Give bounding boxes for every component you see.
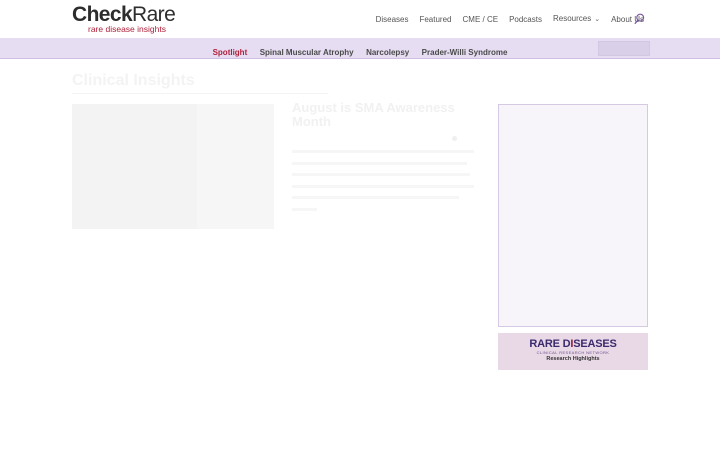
chevron-down-icon: ⌄ <box>594 16 601 23</box>
article-image[interactable] <box>72 104 274 229</box>
article-excerpt <box>292 150 474 220</box>
rare-diseases-crn-banner[interactable]: RARE DISEASES CLINICAL RESEARCH NETWORK … <box>498 333 648 370</box>
excerpt-line <box>292 150 474 153</box>
rdcrn-logo-part3: SEASES <box>573 338 617 350</box>
main-nav: Diseases Featured CME / CE Podcasts Reso… <box>365 13 644 26</box>
sidebar-ad-placeholder[interactable] <box>498 104 648 327</box>
nav-resources-label: Resources <box>552 14 592 23</box>
rdcrn-subtitle: CLINICAL RESEARCH NETWORK <box>536 350 610 355</box>
comment-icon <box>452 136 457 141</box>
subnav-spotlight[interactable]: Spotlight <box>213 47 248 59</box>
logo-word-check: Check <box>72 3 133 26</box>
research-highlights-label: Research Highlights <box>546 356 600 362</box>
article-image-panel <box>72 104 197 229</box>
excerpt-line <box>292 184 474 188</box>
section-title: Clinical Insights <box>72 72 195 89</box>
rdcrn-logo-part1: RARE D <box>529 338 571 350</box>
rdcrn-logo: RARE DISEASES <box>498 338 648 350</box>
excerpt-line <box>292 173 471 176</box>
search-icon[interactable] <box>634 13 645 25</box>
article-title[interactable]: August is SMA Awareness Month <box>292 101 472 129</box>
site-header: CheckRare rare disease insights Diseases… <box>0 0 720 38</box>
nav-diseases[interactable]: Diseases <box>376 14 409 26</box>
nav-podcasts[interactable]: Podcasts <box>509 14 542 26</box>
nav-featured[interactable]: Featured <box>419 14 451 26</box>
nav-cme-ce[interactable]: CME / CE <box>463 14 499 26</box>
excerpt-line <box>292 196 460 199</box>
subnav-button[interactable] <box>598 41 650 56</box>
excerpt-line <box>292 207 318 211</box>
checkrare-logo[interactable]: CheckRare rare disease insights <box>72 3 182 35</box>
spotlight-subnav: Spotlight Spinal Muscular Atrophy Narcol… <box>0 38 720 59</box>
subnav-spinal-muscular-atrophy[interactable]: Spinal Muscular Atrophy <box>260 47 354 59</box>
logo-tagline: rare disease insights <box>88 24 166 34</box>
section-divider <box>72 93 328 94</box>
logo-wordmark: CheckRare <box>72 3 176 26</box>
subnav-narcolepsy[interactable]: Narcolepsy <box>366 47 409 59</box>
excerpt-line <box>292 161 467 165</box>
logo-word-rare: Rare <box>132 3 176 26</box>
subnav-prader-willi-syndrome[interactable]: Prader-Willi Syndrome <box>422 47 508 59</box>
nav-resources[interactable]: Resources ⌄ <box>553 13 600 26</box>
